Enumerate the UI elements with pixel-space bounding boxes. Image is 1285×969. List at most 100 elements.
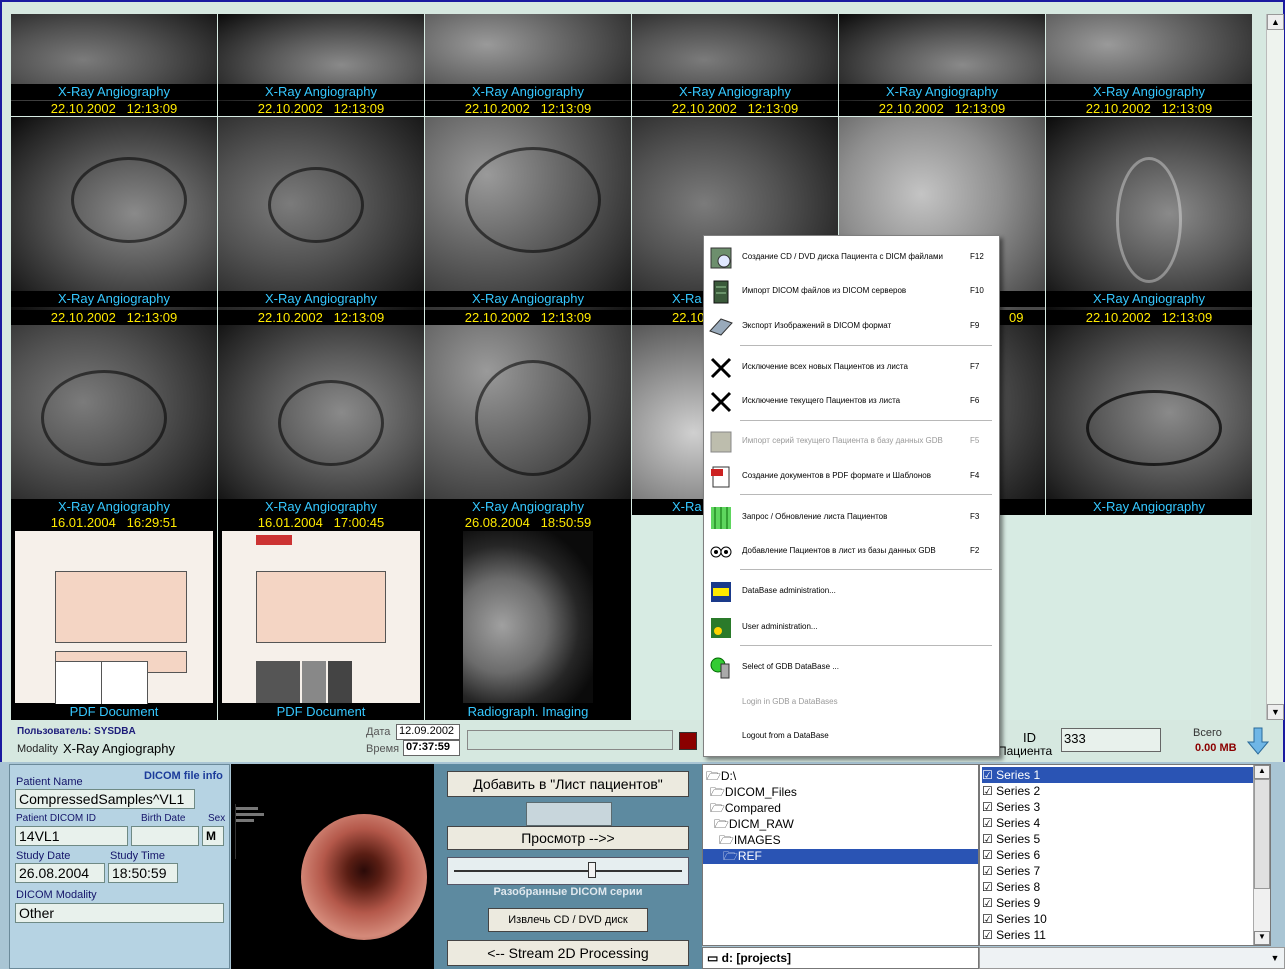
thumbnail-tile[interactable]: X-Ray Angiography (425, 117, 631, 310)
checkbox-checked-icon[interactable]: ☑ (982, 768, 993, 782)
menu-item[interactable]: Запрос / Обновление листа Пациентов F3 (704, 502, 999, 532)
overlay-text (235, 804, 266, 859)
study-date-field[interactable]: 26.08.2004 (15, 863, 105, 883)
patient-name-field[interactable]: CompressedSamples^VL1 (15, 789, 195, 809)
thumbnail-tile[interactable]: 16.01.2004 17:00:45 PDF Document (218, 515, 424, 720)
checkbox-checked-icon[interactable]: ☑ (982, 800, 993, 814)
menu-item[interactable]: User administration... (704, 612, 999, 642)
thumbnail-tile[interactable]: X-Ray Angiography (218, 117, 424, 310)
menu-item[interactable]: Импорт DICOM файлов из DICOM серверов F10 (704, 276, 999, 306)
slider-thumb[interactable] (588, 862, 597, 878)
series-item[interactable]: ☑ Series 11 (982, 927, 1254, 943)
stream-2d-processing-button[interactable]: <-- Stream 2D Processing (447, 940, 689, 966)
thumbnail-tile[interactable]: 22.10.2002 12:13:09 X-Ray Angiography (218, 310, 424, 515)
thumbnail-tile[interactable]: 22.10.2002 12:13:09 X-Ray Angiography (11, 310, 217, 515)
thumbnail-tile[interactable]: 22.10.2002 12:13:09 X-Ray Angiography (1046, 310, 1252, 515)
menu-item-shortcut: F7 (970, 362, 980, 371)
scroll-thumb[interactable] (1254, 779, 1270, 889)
scroll-up-icon[interactable]: ▲ (1254, 765, 1270, 779)
menu-item[interactable]: Импорт серий текущего Пациента в базу да… (704, 426, 999, 456)
checkbox-checked-icon[interactable]: ☑ (982, 896, 993, 910)
tile-datetime: 16.01.2004 16:29:51 (11, 515, 217, 530)
eject-disc-button[interactable]: Извлечь CD / DVD диск (488, 908, 648, 932)
tile-modality: PDF Document (11, 704, 217, 720)
menu-item[interactable]: Logout from a DataBase (704, 721, 999, 751)
series-item[interactable]: ☑ Series 3 (982, 799, 1254, 815)
thumbnail-tile[interactable]: 22.10.2002 12:13:09 X-Ray Angiography (425, 310, 631, 515)
menu-item[interactable]: Создание документов в PDF формате и Шабл… (704, 461, 999, 491)
dicom-file-info-link[interactable]: DICOM file info (144, 770, 223, 782)
checkbox-checked-icon[interactable]: ☑ (982, 864, 993, 878)
checkbox-checked-icon[interactable]: ☑ (982, 880, 993, 894)
tree-item-selected[interactable]: 🗁REF (703, 849, 978, 864)
patient-id-field[interactable]: 14VL1 (15, 826, 128, 846)
menu-item[interactable]: Исключение текущего Пациентов из листа F6 (704, 386, 999, 416)
series-filter-combo[interactable]: ▼ (979, 947, 1285, 969)
series-slider[interactable] (447, 857, 689, 885)
menu-item[interactable]: Экспорт Изображений в DICOM формат F9 (704, 311, 999, 341)
thumbnail-tile[interactable]: X-Ray Angiography 22.10.2002 12:13:09 (218, 14, 424, 116)
chevron-down-icon[interactable]: ▼ (1268, 950, 1282, 966)
series-item[interactable]: ☑ Series 1 (982, 767, 1254, 783)
date-value: 12.09.2002 (396, 724, 460, 740)
thumbnail-tile[interactable]: X-Ray Angiography 22.10.2002 12:13:09 (632, 14, 838, 116)
series-item[interactable]: ☑ Series 5 (982, 831, 1254, 847)
checkbox-checked-icon[interactable]: ☑ (982, 816, 993, 830)
checkbox-checked-icon[interactable]: ☑ (982, 784, 993, 798)
menu-item[interactable]: Login in GDB a DataBases (704, 687, 999, 717)
series-item[interactable]: ☑ Series 2 (982, 783, 1254, 799)
thumbnail-tile[interactable]: 26.08.2004 18:50:59 Radiograph. Imaging (425, 515, 631, 720)
series-item[interactable]: ☑ Series 7 (982, 863, 1254, 879)
series-item[interactable]: ☑ Series 9 (982, 895, 1254, 911)
thumbnail-tile[interactable]: X-Ray Angiography (11, 117, 217, 310)
menu-item[interactable]: Добавление Пациентов в лист из базы данн… (704, 536, 999, 566)
menu-item-label: Добавление Пациентов в лист из базы данн… (742, 546, 936, 555)
menu-item[interactable]: Исключение всех новых Пациентов из листа… (704, 352, 999, 382)
scroll-down-icon[interactable]: ▼ (1254, 931, 1270, 945)
sex-field[interactable]: M (202, 826, 224, 846)
scroll-up-icon[interactable]: ▲ (1267, 14, 1284, 30)
thumbnail-tile[interactable]: 16.01.2004 16:29:51 PDF Document (11, 515, 217, 720)
thumbnail-tile[interactable]: X-Ray Angiography 22.10.2002 12:13:09 (425, 14, 631, 116)
series-item[interactable]: ☑ Series 6 (982, 847, 1254, 863)
checkbox-checked-icon[interactable]: ☑ (982, 848, 993, 862)
checkbox-checked-icon[interactable]: ☑ (982, 912, 993, 926)
menu-item-shortcut: F3 (970, 512, 980, 521)
download-arrow-icon[interactable] (1246, 726, 1270, 756)
thumbnail-tile[interactable]: X-Ray Angiography 22.10.2002 12:13:09 (839, 14, 1045, 116)
menu-item-label: Запрос / Обновление листа Пациентов (742, 512, 888, 521)
birth-date-field[interactable] (131, 826, 199, 846)
menu-item[interactable]: Создание CD / DVD диска Пациента с DICM … (704, 242, 999, 272)
tile-datetime: 22.10.2002 12:13:09 (632, 101, 838, 116)
dicom-modality-field[interactable]: Other (15, 903, 224, 923)
tree-item[interactable]: 🗁IMAGES (719, 833, 781, 848)
checkbox-checked-icon[interactable]: ☑ (982, 928, 993, 942)
checkbox-checked-icon[interactable]: ☑ (982, 832, 993, 846)
drive-select[interactable]: ▭ d: [projects] (702, 947, 979, 969)
grid-scrollbar[interactable]: ▲ ▼ (1266, 14, 1284, 720)
scroll-down-icon[interactable]: ▼ (1267, 704, 1284, 720)
thumbnail-tile[interactable]: X-Ray Angiography (1046, 117, 1252, 310)
tree-item[interactable]: 🗁DICM_RAW (714, 817, 794, 832)
thumbnail-tile[interactable]: X-Ray Angiography 22.10.2002 12:13:09 (1046, 14, 1252, 116)
series-label: Series 9 (992, 896, 1041, 910)
series-item[interactable]: ☑ Series 10 (982, 911, 1254, 927)
patient-id-field[interactable]: 333 (1061, 728, 1161, 752)
menu-item[interactable]: DataBase administration... (704, 576, 999, 606)
series-import-icon (709, 430, 733, 454)
view-button[interactable]: Просмотр -->> (447, 826, 689, 850)
study-time-field[interactable]: 18:50:59 (108, 863, 178, 883)
stop-button[interactable] (679, 732, 697, 750)
tree-item[interactable]: 🗁Compared (710, 801, 781, 816)
series-item[interactable]: ☑ Series 8 (982, 879, 1254, 895)
folder-tree[interactable]: 🗁D:\ 🗁DICOM_Files 🗁Compared 🗁DICM_RAW 🗁I… (702, 764, 979, 946)
menu-item[interactable]: Select of GDB DataBase ... (704, 652, 999, 682)
series-item[interactable]: ☑ Series 4 (982, 815, 1254, 831)
tree-item[interactable]: 🗁D:\ (706, 769, 736, 784)
thumbnail-tile[interactable]: X-Ray Angiography 22.10.2002 12:13:09 (11, 14, 217, 116)
series-list[interactable]: ☑ Series 1 ☑ Series 2 ☑ Series 3 ☑ Series 4… (979, 764, 1271, 946)
tree-item[interactable]: 🗁DICOM_Files (710, 785, 797, 800)
tile-modality: X-Ray Angiography (218, 291, 424, 307)
add-to-patient-list-button[interactable]: Добавить в "Лист пациентов" (447, 771, 689, 797)
series-scrollbar[interactable]: ▲ ▼ (1253, 765, 1270, 945)
